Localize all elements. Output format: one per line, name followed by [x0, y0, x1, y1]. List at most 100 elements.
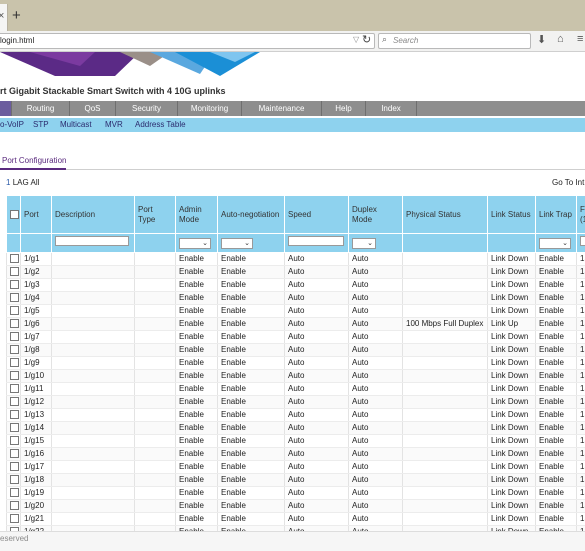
speed-filter-input[interactable] [288, 236, 344, 246]
cell-link-trap: Enable [536, 266, 577, 279]
cell-description [52, 396, 135, 409]
cell-frame-size: 15 [577, 344, 585, 357]
row-select-cell [7, 344, 21, 357]
row-checkbox[interactable] [10, 280, 19, 289]
table-row[interactable]: 1/g13EnableEnableAutoAutoLink DownEnable… [7, 409, 585, 422]
row-checkbox[interactable] [10, 254, 19, 263]
cell-auto-negotiation: Enable [218, 474, 285, 487]
description-filter-input[interactable] [55, 236, 129, 246]
table-row[interactable]: 1/g2EnableEnableAutoAutoLink DownEnable1… [7, 266, 585, 279]
table-row[interactable]: 1/g19EnableEnableAutoAutoLink DownEnable… [7, 487, 585, 500]
cell-link-trap: Enable [536, 305, 577, 318]
home-icon[interactable]: ⌂ [557, 33, 564, 45]
address-bar-url[interactable]: login.html [0, 36, 34, 45]
table-row[interactable]: 1/g5EnableEnableAutoAutoLink DownEnable1… [7, 305, 585, 318]
new-tab-button[interactable]: + [12, 8, 21, 23]
header-select-all[interactable] [7, 196, 21, 234]
table-row[interactable]: 1/g9EnableEnableAutoAutoLink DownEnable1… [7, 357, 585, 370]
row-checkbox[interactable] [10, 384, 19, 393]
tab-divider [0, 169, 585, 170]
table-row[interactable]: 1/g11EnableEnableAutoAutoLink DownEnable… [7, 383, 585, 396]
table-row[interactable]: 1/g3EnableEnableAutoAutoLink DownEnable1… [7, 279, 585, 292]
row-checkbox[interactable] [10, 449, 19, 458]
cell-physical-status [403, 487, 488, 500]
row-checkbox[interactable] [10, 306, 19, 315]
row-checkbox[interactable] [10, 371, 19, 380]
nav-monitoring[interactable]: Monitoring [177, 101, 241, 116]
cell-port: 1/g6 [21, 318, 52, 331]
link-trap-select[interactable]: ⌄ [539, 238, 571, 249]
table-row[interactable]: 1/g17EnableEnableAutoAutoLink DownEnable… [7, 461, 585, 474]
nav-help[interactable]: Help [321, 101, 365, 116]
select-all-checkbox[interactable] [10, 210, 19, 219]
row-checkbox[interactable] [10, 462, 19, 471]
table-row[interactable]: 1/g1EnableEnableAutoAutoLink DownEnable1… [7, 253, 585, 266]
url-dropdown-icon[interactable]: ▽ [353, 35, 359, 44]
table-row[interactable]: 1/g15EnableEnableAutoAutoLink DownEnable… [7, 435, 585, 448]
duplex-mode-select[interactable]: ⌄ [352, 238, 376, 249]
row-checkbox[interactable] [10, 358, 19, 367]
row-checkbox[interactable] [10, 501, 19, 510]
cell-description [52, 422, 135, 435]
table-row[interactable]: 1/g16EnableEnableAutoAutoLink DownEnable… [7, 448, 585, 461]
menu-icon[interactable]: ≡ [577, 33, 583, 45]
table-row[interactable]: 1/g21EnableEnableAutoAutoLink DownEnable… [7, 513, 585, 526]
table-row[interactable]: 1/g10EnableEnableAutoAutoLink DownEnable… [7, 370, 585, 383]
cell-frame-size: 15 [577, 487, 585, 500]
frame-size-filter-input[interactable] [580, 236, 585, 246]
cell-duplex-mode: Auto [349, 318, 403, 331]
row-checkbox[interactable] [10, 332, 19, 341]
table-row[interactable]: 1/g20EnableEnableAutoAutoLink DownEnable… [7, 500, 585, 513]
cell-speed: Auto [285, 409, 349, 422]
download-icon[interactable]: ⬇ [537, 33, 546, 46]
subnav-mvr[interactable]: MVR [105, 118, 123, 132]
table-row[interactable]: 1/g8EnableEnableAutoAutoLink DownEnable1… [7, 344, 585, 357]
reload-icon[interactable]: ↻ [362, 33, 371, 46]
row-checkbox[interactable] [10, 423, 19, 432]
cell-link-status: Link Down [488, 448, 536, 461]
subnav-voip[interactable]: o-VoIP [0, 118, 24, 132]
nav-maintenance[interactable]: Maintenance [241, 101, 321, 116]
row-checkbox[interactable] [10, 345, 19, 354]
tab-close-icon[interactable]: × [0, 10, 4, 22]
tab-port-configuration[interactable]: Port Configuration [2, 156, 66, 165]
cell-speed: Auto [285, 279, 349, 292]
subnav-stp[interactable]: STP [33, 118, 49, 132]
auto-negotiation-select[interactable]: ⌄ [221, 238, 253, 249]
cell-duplex-mode: Auto [349, 292, 403, 305]
nav-index[interactable]: Index [365, 101, 417, 116]
cell-port-type [135, 253, 176, 266]
row-checkbox[interactable] [10, 436, 19, 445]
table-row[interactable]: 1/g4EnableEnableAutoAutoLink DownEnable1… [7, 292, 585, 305]
cell-link-status: Link Down [488, 305, 536, 318]
filter-link-1[interactable]: 1 [6, 178, 10, 187]
row-checkbox[interactable] [10, 514, 19, 523]
nav-security[interactable]: Security [115, 101, 177, 116]
row-checkbox[interactable] [10, 319, 19, 328]
cell-speed: Auto [285, 266, 349, 279]
cell-admin-mode: Enable [176, 292, 218, 305]
row-checkbox[interactable] [10, 397, 19, 406]
cell-port: 1/g9 [21, 357, 52, 370]
row-checkbox[interactable] [10, 267, 19, 276]
table-row[interactable]: 1/g7EnableEnableAutoAutoLink DownEnable1… [7, 331, 585, 344]
subnav-address-table[interactable]: Address Table [135, 118, 186, 132]
table-row[interactable]: 1/g18EnableEnableAutoAutoLink DownEnable… [7, 474, 585, 487]
row-checkbox[interactable] [10, 293, 19, 302]
row-checkbox[interactable] [10, 410, 19, 419]
admin-mode-select[interactable]: ⌄ [179, 238, 211, 249]
nav-qos[interactable]: QoS [69, 101, 115, 116]
address-bar[interactable] [0, 33, 375, 49]
subnav-multicast[interactable]: Multicast [60, 118, 92, 132]
filter-link-lag-all[interactable]: LAG All [13, 178, 40, 187]
cell-auto-negotiation: Enable [218, 370, 285, 383]
table-row[interactable]: 1/g6EnableEnableAutoAuto100 Mbps Full Du… [7, 318, 585, 331]
row-checkbox[interactable] [10, 488, 19, 497]
cell-port-type [135, 422, 176, 435]
table-row[interactable]: 1/g14EnableEnableAutoAutoLink DownEnable… [7, 422, 585, 435]
table-row[interactable]: 1/g12EnableEnableAutoAutoLink DownEnable… [7, 396, 585, 409]
row-checkbox[interactable] [10, 475, 19, 484]
cell-duplex-mode: Auto [349, 357, 403, 370]
nav-routing[interactable]: Routing [11, 101, 69, 116]
cell-link-status: Link Down [488, 461, 536, 474]
